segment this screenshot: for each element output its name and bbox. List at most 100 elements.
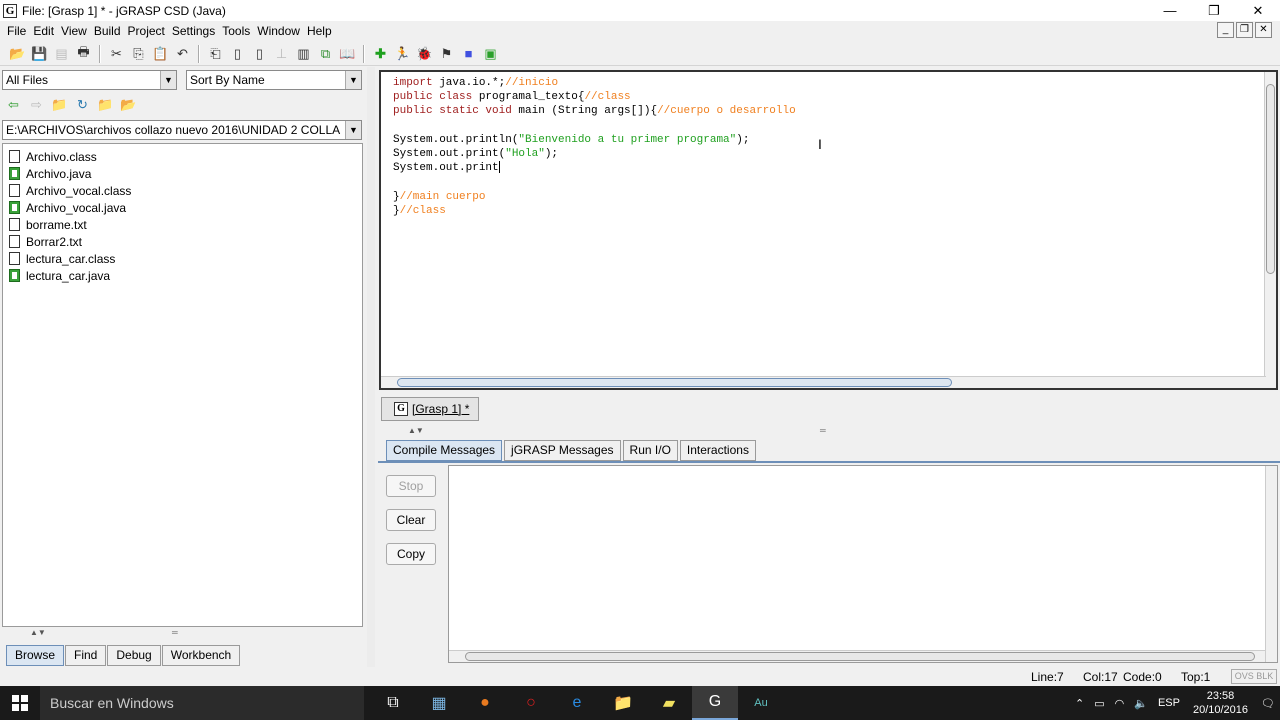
file-explorer-icon[interactable]: 📁 xyxy=(600,686,646,720)
cut-icon[interactable]: ✂ xyxy=(107,44,126,63)
tab-debug[interactable]: Debug xyxy=(107,645,161,666)
save-icon[interactable]: 💾 xyxy=(30,44,49,63)
menu-help[interactable]: Help xyxy=(304,24,335,38)
sticky-notes-icon[interactable]: ▰ xyxy=(646,686,692,720)
run-icon[interactable]: 🏃 xyxy=(393,44,412,63)
clock[interactable]: 23:58 20/10/2016 xyxy=(1193,689,1248,717)
tab-jgrasp-messages[interactable]: jGRASP Messages xyxy=(504,440,621,461)
wifi-icon[interactable]: ◠ xyxy=(1115,697,1125,710)
back-arrow-icon[interactable]: ⇦ xyxy=(4,95,23,114)
language-indicator[interactable]: ESP xyxy=(1158,697,1180,709)
file-filter-select[interactable]: All Files ▼ xyxy=(2,70,177,90)
generate-csd-icon[interactable]: ⎗ xyxy=(206,44,225,63)
tab-find[interactable]: Find xyxy=(65,645,107,666)
tab-interactions[interactable]: Interactions xyxy=(679,440,756,461)
jgrasp-task-icon[interactable]: ▦ xyxy=(416,686,462,720)
tab-run-io[interactable]: Run I/O xyxy=(622,440,678,461)
menu-window[interactable]: Window xyxy=(254,24,303,38)
tab-browse[interactable]: Browse xyxy=(6,645,65,666)
path-value: E:\ARCHIVOS\archivos collazo nuevo 2016\… xyxy=(6,123,341,137)
minimize-button[interactable]: — xyxy=(1148,0,1192,21)
tab-workbench[interactable]: Workbench xyxy=(161,645,241,666)
menu-view[interactable]: View xyxy=(58,24,90,38)
menu-project[interactable]: Project xyxy=(125,24,168,38)
menu-edit[interactable]: Edit xyxy=(30,24,57,38)
file-list-item[interactable]: Archivo.class xyxy=(3,148,362,165)
code-token: System.out.print( xyxy=(393,147,506,160)
firefox-icon[interactable]: ● xyxy=(462,686,508,720)
undo-icon[interactable]: ↶ xyxy=(173,44,192,63)
jgrasp-app-icon[interactable]: G xyxy=(692,686,738,720)
restore-button[interactable]: ❐ xyxy=(1192,0,1236,21)
menu-tools[interactable]: Tools xyxy=(219,24,253,38)
code-editor[interactable]: import java.io.*;//inicio public class pr… xyxy=(379,70,1278,390)
close-button[interactable]: ✕ xyxy=(1236,0,1280,21)
path-select[interactable]: E:\ARCHIVOS\archivos collazo nuevo 2016\… xyxy=(2,120,362,140)
split-grip-icon[interactable]: ═ xyxy=(820,426,826,435)
opera-icon[interactable]: ○ xyxy=(508,686,554,720)
messages-horizontal-scrollbar[interactable] xyxy=(449,650,1265,662)
editor-horizontal-scrollbar[interactable] xyxy=(381,376,1266,388)
file-list-item[interactable]: lectura_car.java xyxy=(3,267,362,284)
taskbar-search-input[interactable]: Buscar en Windows xyxy=(40,686,364,720)
refresh-icon[interactable]: ↻ xyxy=(73,95,92,114)
edge-icon[interactable]: e xyxy=(554,686,600,720)
document-tab[interactable]: G [Grasp 1] * xyxy=(381,397,479,421)
file-list-item[interactable]: Archivo_vocal.class xyxy=(3,182,362,199)
stop-button[interactable]: Stop xyxy=(386,475,436,497)
debug-icon[interactable]: 🐞 xyxy=(415,44,434,63)
mdi-close-button[interactable]: ✕ xyxy=(1255,22,1272,38)
remove-csd-icon[interactable]: ▯ xyxy=(228,44,247,63)
menu-build[interactable]: Build xyxy=(91,24,124,38)
mdi-minimize-button[interactable]: _ xyxy=(1217,22,1234,38)
file-list-item[interactable]: Archivo.java xyxy=(3,165,362,182)
bar-chart-icon[interactable]: ▥ xyxy=(294,44,313,63)
folder-menu-icon[interactable]: 📂 xyxy=(119,95,138,114)
forward-arrow-icon[interactable]: ⇨ xyxy=(27,95,46,114)
windows-start-icon[interactable] xyxy=(0,686,40,720)
applet-icon[interactable]: ⚑ xyxy=(437,44,456,63)
notifications-icon[interactable]: 🗨 xyxy=(1261,697,1275,710)
code-text[interactable]: import java.io.*;//inicio public class pr… xyxy=(393,76,796,218)
editor-vertical-scrollbar[interactable] xyxy=(1264,72,1276,388)
uml-icon[interactable]: ⧉ xyxy=(316,44,335,63)
file-list-item[interactable]: Archivo_vocal.java xyxy=(3,199,362,216)
split-arrows-icon[interactable]: ▲▼ xyxy=(30,628,46,637)
task-view-icon[interactable]: ⧉ xyxy=(370,686,416,720)
tab-compile-messages[interactable]: Compile Messages xyxy=(386,440,503,461)
sort-select[interactable]: Sort By Name ▼ xyxy=(186,70,362,90)
jgrasp-logo-icon: G xyxy=(3,3,17,18)
tray-chevron-up-icon[interactable]: ⌃ xyxy=(1075,697,1084,710)
paste-icon[interactable]: 📋 xyxy=(151,44,170,63)
menu-file[interactable]: File xyxy=(4,24,29,38)
copy-icon[interactable]: ⎘ xyxy=(129,44,148,63)
audition-icon[interactable]: Au xyxy=(738,686,784,720)
file-list-item[interactable]: borrame.txt xyxy=(3,216,362,233)
file-list-item[interactable]: Borrar2.txt xyxy=(3,233,362,250)
code-line: System.out.println("Bienvenido a tu prim… xyxy=(393,133,796,147)
split-arrows-icon[interactable]: ▲▼ xyxy=(408,426,424,435)
clear-button[interactable]: Clear xyxy=(386,509,436,531)
file-list-item[interactable]: lectura_car.class xyxy=(3,250,362,267)
compile-messages-area[interactable] xyxy=(448,465,1278,663)
mdi-restore-button[interactable]: ❐ xyxy=(1236,22,1253,38)
stop-square-icon[interactable]: ■ xyxy=(459,44,478,63)
compile-icon[interactable]: ✚ xyxy=(371,44,390,63)
split-grip-icon[interactable]: ═ xyxy=(172,628,178,637)
print-icon[interactable]: 🖶 xyxy=(74,44,93,63)
canvas-icon[interactable]: ▣ xyxy=(481,44,500,63)
parent-folder-icon[interactable]: 📁 xyxy=(50,95,69,114)
volume-icon[interactable]: 🔈 xyxy=(1134,697,1148,710)
code-line: public class programal_texto{//class xyxy=(393,90,796,104)
document-icon[interactable]: ▯ xyxy=(250,44,269,63)
vertical-splitter[interactable] xyxy=(367,67,375,667)
folder-icon[interactable]: 📁 xyxy=(96,95,115,114)
pin-icon[interactable]: ⊥ xyxy=(272,44,291,63)
menu-settings[interactable]: Settings xyxy=(169,24,218,38)
copy-button[interactable]: Copy xyxy=(386,543,436,565)
battery-icon[interactable]: ▭ xyxy=(1094,697,1104,710)
book-icon[interactable]: 📖 xyxy=(338,44,357,63)
save-all-icon[interactable]: ▤ xyxy=(52,44,71,63)
open-folder-icon[interactable]: 📂 xyxy=(8,44,27,63)
messages-vertical-scrollbar[interactable] xyxy=(1265,466,1277,662)
